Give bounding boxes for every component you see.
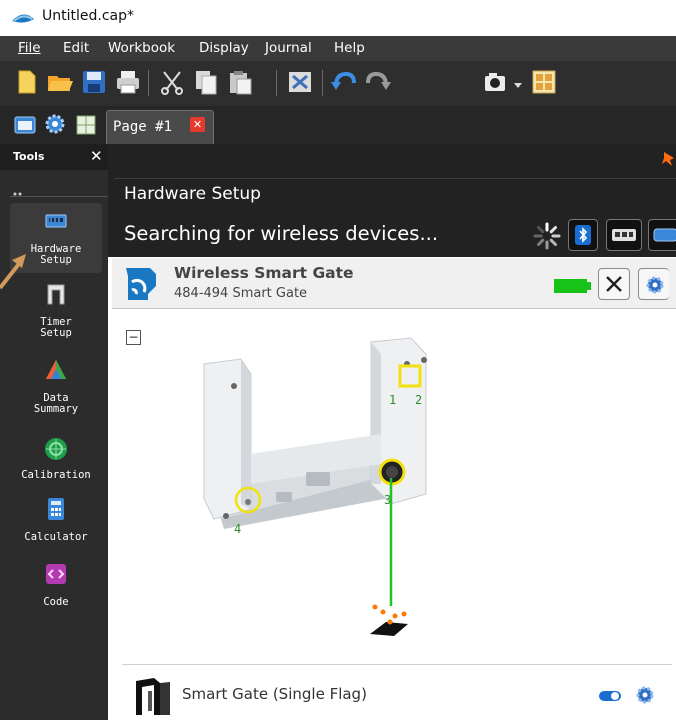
collapse-toggle[interactable]: − — [126, 330, 141, 345]
delete-icon[interactable] — [286, 68, 314, 96]
tools-divider — [10, 196, 108, 197]
pin-icon[interactable] — [660, 150, 676, 168]
toolbar-separator — [148, 70, 149, 96]
spinner-icon — [533, 222, 561, 250]
timer-setup-icon — [47, 284, 65, 305]
device-subtitle: 484-494 Smart Gate — [174, 286, 308, 301]
layout-icon[interactable] — [530, 68, 558, 96]
bluetooth-icon — [575, 225, 591, 245]
accessory-flag-icon[interactable] — [366, 602, 412, 638]
bluetooth-button[interactable] — [568, 219, 598, 251]
page-grid-icon[interactable] — [76, 115, 96, 135]
data-summary-icon — [46, 360, 66, 379]
tab-close-icon[interactable]: ✕ — [190, 117, 205, 132]
window-icon[interactable] — [14, 115, 36, 135]
menu-display[interactable]: Display — [199, 40, 249, 56]
close-icon — [606, 276, 622, 292]
tool-label: Calculator — [24, 531, 88, 543]
menu-workbook[interactable]: Workbook — [108, 40, 175, 56]
hardware-setup-icon — [45, 214, 67, 228]
interface-icon — [653, 228, 676, 242]
toolbar — [0, 61, 676, 106]
connection-wire — [389, 478, 393, 606]
paste-icon[interactable] — [226, 68, 254, 96]
tool-label: Setup — [40, 327, 72, 339]
hardware-setup-title: Hardware Setup — [124, 184, 261, 204]
open-folder-icon[interactable] — [46, 68, 74, 96]
tools-close-icon[interactable]: ✕ — [90, 147, 103, 165]
save-icon[interactable] — [80, 68, 108, 96]
battery-icon — [554, 279, 591, 293]
smart-gate-sensor-icon — [136, 678, 170, 715]
chevron-down-icon[interactable] — [514, 83, 522, 89]
menu-help[interactable]: Help — [334, 40, 365, 56]
tool-calibration[interactable]: Calibration — [10, 437, 102, 487]
smart-gate-illustration — [203, 337, 427, 529]
toolbar-separator — [276, 70, 277, 96]
tool-code[interactable]: Code — [10, 562, 102, 612]
tools-title: Tools — [13, 150, 45, 163]
tool-label: Code — [43, 596, 69, 608]
toolbar-separator — [322, 70, 323, 96]
camera-icon[interactable] — [482, 68, 510, 96]
gear-icon — [646, 276, 664, 294]
disconnect-button[interactable] — [598, 268, 630, 300]
menu-bar: File Edit Workbook Display Journal Help — [0, 36, 676, 61]
tool-label: Calibration — [21, 469, 91, 481]
settings-icon[interactable] — [44, 113, 66, 135]
tools-header: Tools ✕ — [0, 144, 108, 170]
code-icon — [46, 564, 66, 584]
tool-timer-setup[interactable]: Timer Setup — [10, 282, 102, 344]
sensor-gear-icon[interactable] — [634, 684, 656, 706]
sensor-name: Smart Gate (Single Flag) — [182, 685, 367, 703]
copy-icon[interactable] — [192, 68, 220, 96]
port-label-1: 1 — [389, 393, 397, 407]
tool-label: Summary — [33, 403, 79, 415]
usb-device-icon — [612, 229, 636, 241]
window-title: Untitled.cap* — [42, 8, 134, 24]
menu-file[interactable]: File — [18, 40, 41, 56]
search-status: Searching for wireless devices... — [124, 222, 439, 245]
sensor-divider — [122, 664, 672, 665]
tab-bar: Page #1 ✕ — [0, 106, 676, 145]
print-icon[interactable] — [114, 68, 142, 96]
new-file-icon[interactable] — [12, 68, 40, 96]
wireless-sensor-icon — [126, 268, 156, 300]
port-label-2: 2 — [415, 393, 423, 407]
usb-device-button[interactable] — [606, 219, 642, 251]
interface-button[interactable] — [648, 219, 676, 251]
title-bar: Untitled.cap* — [0, 0, 676, 37]
port-label-4: 4 — [234, 522, 242, 536]
pointer-arrow-icon — [0, 254, 26, 290]
tool-data-summary[interactable]: Data Summary — [10, 358, 102, 420]
tab-page-1[interactable]: Page #1 ✕ — [106, 110, 214, 145]
menu-edit[interactable]: Edit — [63, 40, 89, 56]
panel-divider — [114, 178, 676, 179]
cut-icon[interactable] — [158, 68, 186, 96]
toggle-switch-icon[interactable] — [598, 689, 622, 703]
device-name: Wireless Smart Gate — [174, 264, 354, 282]
app-logo-icon — [12, 14, 34, 23]
tab-label: Page #1 — [113, 119, 173, 135]
tools-grip-icon[interactable] — [10, 182, 26, 196]
calculator-icon — [48, 498, 64, 520]
device-settings-button[interactable] — [638, 268, 669, 300]
menu-journal[interactable]: Journal — [265, 40, 312, 56]
redo-icon[interactable] — [364, 68, 392, 96]
undo-icon[interactable] — [330, 68, 358, 96]
tool-calculator[interactable]: Calculator — [10, 497, 102, 549]
calibration-icon — [45, 438, 67, 460]
